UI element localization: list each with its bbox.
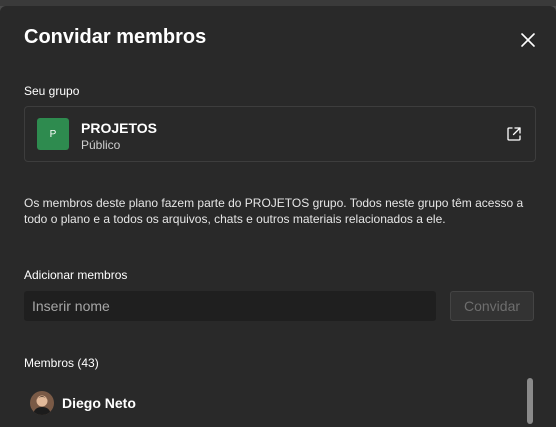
group-privacy: Público <box>81 138 121 152</box>
open-external-icon <box>507 127 521 141</box>
group-avatar: P <box>37 118 69 150</box>
invite-button[interactable]: Convidar <box>450 291 534 321</box>
member-name: Diego Neto <box>62 395 136 411</box>
scrollbar-thumb[interactable] <box>527 378 533 424</box>
group-name: PROJETOS <box>81 120 157 136</box>
group-card: P PROJETOS Público <box>24 106 536 162</box>
name-input[interactable] <box>24 291 436 321</box>
avatar <box>30 391 54 415</box>
user-photo-icon <box>30 391 54 415</box>
invite-members-dialog: Convidar membros Seu grupo P PROJETOS Pú… <box>0 6 556 427</box>
members-heading: Membros (43) <box>24 356 99 370</box>
group-description: Os membros deste plano fazem parte do PR… <box>24 196 524 226</box>
dialog-title: Convidar membros <box>24 26 207 48</box>
add-members-label: Adicionar membros <box>24 268 128 282</box>
group-section-label: Seu grupo <box>24 84 80 98</box>
close-button[interactable] <box>516 28 540 52</box>
open-group-button[interactable] <box>505 125 523 143</box>
close-icon <box>521 33 535 47</box>
member-list-item[interactable]: Diego Neto <box>30 390 136 416</box>
